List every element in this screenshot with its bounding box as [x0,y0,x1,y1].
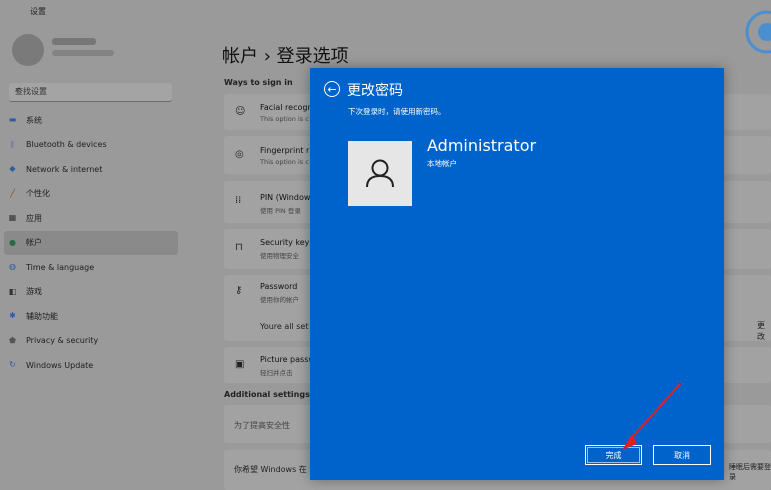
annotation-arrow-line [627,382,682,443]
annotation-arrow [622,382,682,450]
annotation-arrow-head [622,434,637,450]
